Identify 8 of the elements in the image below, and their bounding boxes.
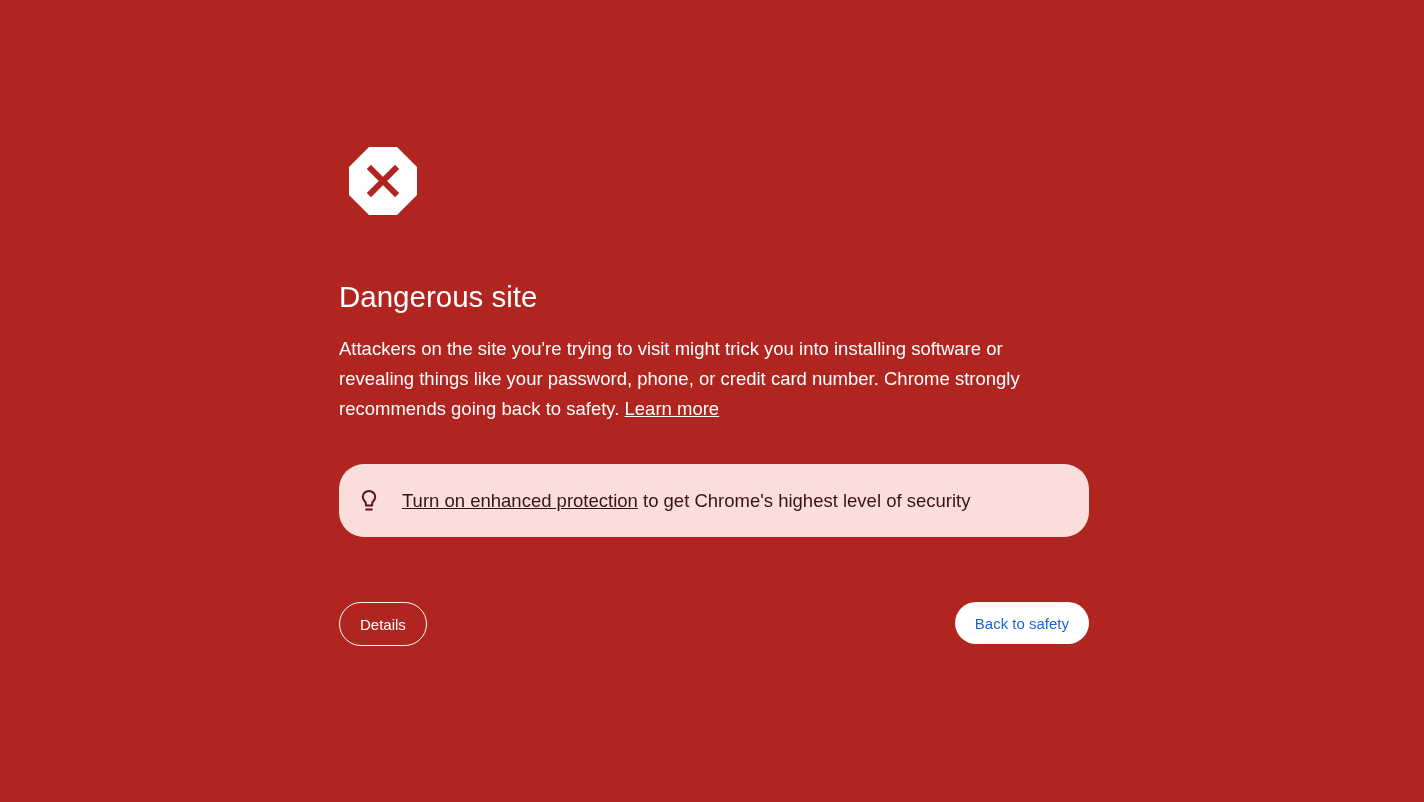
page-heading: Dangerous site	[339, 279, 538, 315]
warning-message: Attackers on the site you're trying to visit might trick you into installing software or revealing things like your password, phone, or credit card number. Chrome strongly recommends going back to safety. Learn more	[339, 337, 1021, 421]
lightbulb-icon	[361, 488, 377, 513]
stop-sign-icon	[349, 147, 417, 215]
enhanced-protection-link[interactable]: Turn on enhanced protection	[402, 489, 638, 511]
learn-more-link[interactable]: Learn more	[624, 398, 720, 419]
back-to-safety-button[interactable]: Back to safety	[954, 602, 1089, 644]
promo-message: Turn on enhanced protection to get Chrome's highest level of security	[402, 489, 971, 512]
